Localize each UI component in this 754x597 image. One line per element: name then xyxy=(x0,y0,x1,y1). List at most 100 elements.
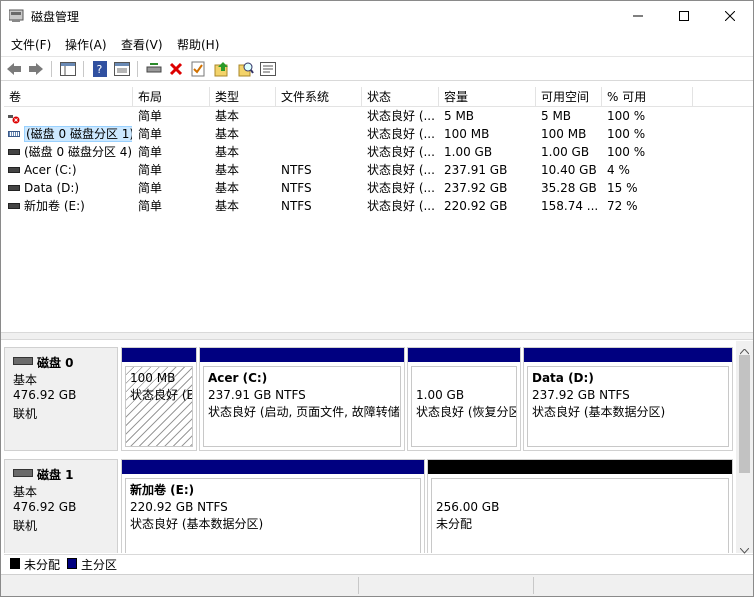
cell-type: 基本 xyxy=(215,109,240,123)
disk-size: 476.92 GB xyxy=(13,388,77,402)
graphical-view-scrollbar[interactable] xyxy=(736,341,753,554)
disk-type: 基本 xyxy=(13,373,38,387)
connect-disk-icon[interactable] xyxy=(145,60,163,78)
volume-row[interactable]: Data (D:) 简单 基本 NTFS 状态良好 (... 237.92 GB 35.28… xyxy=(4,179,753,197)
disk-state: 联机 xyxy=(13,407,38,421)
partition-recovery[interactable]: 1.00 GB 状态良好 (恢复分区) xyxy=(407,347,521,451)
svg-text:?: ? xyxy=(97,63,103,76)
volume-name: 新加卷 (E:) xyxy=(24,199,85,213)
cell-capacity: 5 MB xyxy=(444,109,475,123)
disk-0-label[interactable]: 磁盘 0 基本 476.92 GB 联机 xyxy=(4,347,118,451)
partition-status: 状态良好 (启动, 页面文件, 故障转储, 基本数据分区) xyxy=(208,405,401,419)
disk-icon xyxy=(13,469,33,477)
back-icon[interactable] xyxy=(5,60,23,78)
volume-row[interactable]: (磁盘 0 磁盘分区 4) 简单 基本 状态良好 (... 1.00 GB 1.00 GB… xyxy=(4,143,753,161)
partition-status: 状态良好 (基本数据分区) xyxy=(532,405,666,419)
cell-capacity: 237.91 GB xyxy=(444,163,508,177)
partition-e[interactable]: 新加卷 (E:) 220.92 GB NTFS 状态良好 (基本数据分区) xyxy=(121,459,425,553)
partition-d[interactable]: Data (D:) 237.92 GB NTFS 状态良好 (基本数据分区) xyxy=(523,347,733,451)
column-header-status[interactable]: 状态 xyxy=(362,87,439,107)
partition-efi[interactable]: 100 MB 状态良好 (EFI 系统分区) xyxy=(121,347,197,451)
cell-free: 35.28 GB xyxy=(541,181,597,195)
disk-name: 磁盘 0 xyxy=(37,356,74,370)
legend-label-primary: 主分区 xyxy=(81,558,118,572)
menu-view[interactable]: 查看(V) xyxy=(121,36,163,53)
pane-splitter[interactable] xyxy=(1,332,753,340)
partition-body: 1.00 GB 状态良好 (恢复分区) xyxy=(411,366,517,447)
column-header-volume[interactable]: 卷 xyxy=(4,87,133,107)
cell-fs: NTFS xyxy=(281,163,312,177)
menu-help[interactable]: 帮助(H) xyxy=(177,36,219,53)
column-header-layout[interactable]: 布局 xyxy=(133,87,210,107)
status-segment xyxy=(1,577,359,594)
unallocated-space[interactable]: 256.00 GB 未分配 xyxy=(427,459,733,553)
unallocated-bar xyxy=(428,460,732,474)
partition-body: Data (D:) 237.92 GB NTFS 状态良好 (基本数据分区) xyxy=(527,366,729,447)
cell-layout: 简单 xyxy=(138,109,163,123)
toolbar: ? xyxy=(1,56,753,81)
disk-1-label[interactable]: 磁盘 1 基本 476.92 GB 联机 xyxy=(4,459,118,553)
volume-row[interactable]: Acer (C:) 简单 基本 NTFS 状态良好 (... 237.91 GB 10.40… xyxy=(4,161,753,179)
error-volume-icon xyxy=(8,111,20,123)
column-header-capacity[interactable]: 容量 xyxy=(439,87,536,107)
menu-bar: 文件(F) 操作(A) 查看(V) 帮助(H) xyxy=(1,33,753,54)
partition-body: Acer (C:) 237.91 GB NTFS 状态良好 (启动, 页面文件,… xyxy=(203,366,401,447)
partition-size: 256.00 GB xyxy=(436,500,500,514)
cell-capacity: 1.00 GB xyxy=(444,145,493,159)
cell-layout: 简单 xyxy=(138,163,163,177)
cell-name: Data (D:) xyxy=(8,179,132,197)
partition-status: 状态良好 (EFI 系统分区) xyxy=(130,388,193,402)
cell-layout: 简单 xyxy=(138,145,163,159)
primary-partition-bar xyxy=(122,460,424,474)
cell-free: 1.00 GB xyxy=(541,145,590,159)
cell-fs xyxy=(281,125,361,143)
menu-action[interactable]: 操作(A) xyxy=(65,36,107,53)
maximize-icon xyxy=(679,10,689,24)
column-header-percent-free[interactable]: % 可用 xyxy=(602,87,693,107)
cell-layout: 简单 xyxy=(138,181,163,195)
volume-name: Data (D:) xyxy=(24,181,80,195)
check-icon[interactable] xyxy=(189,60,207,78)
show-hide-console-tree-icon[interactable] xyxy=(59,60,77,78)
cell-capacity: 220.92 GB xyxy=(444,199,508,213)
cell-status: 状态良好 (... xyxy=(367,181,435,195)
window-title: 磁盘管理 xyxy=(31,10,80,24)
partition-title: Data (D:) xyxy=(532,371,594,385)
maximize-button[interactable] xyxy=(661,1,707,32)
volume-icon xyxy=(8,166,20,173)
close-button[interactable] xyxy=(707,1,753,32)
column-header-free-space[interactable]: 可用空间 xyxy=(536,87,602,107)
search-icon[interactable] xyxy=(237,60,255,78)
volume-row[interactable]: (磁盘 0 磁盘分区 1) 简单 基本 状态良好 (... 100 MB 100 MB 10… xyxy=(4,125,753,143)
cell-capacity: 237.92 GB xyxy=(444,181,508,195)
rescan-icon[interactable] xyxy=(259,60,277,78)
partition-title xyxy=(436,482,724,499)
export-icon[interactable] xyxy=(213,60,231,78)
forward-icon[interactable] xyxy=(27,60,45,78)
minimize-button[interactable] xyxy=(615,1,661,32)
volume-row[interactable]: 新加卷 (E:) 简单 基本 NTFS 状态良好 (... 220.92 GB 158.74… xyxy=(4,197,753,215)
menu-file[interactable]: 文件(F) xyxy=(11,36,51,53)
help-icon[interactable]: ? xyxy=(91,60,109,78)
scrollbar-thumb[interactable] xyxy=(739,355,750,473)
cell-type: 基本 xyxy=(215,163,240,177)
cell-pct: 72 % xyxy=(607,199,638,213)
partition-status: 未分配 xyxy=(436,517,473,531)
volume-list[interactable]: 卷 布局 类型 文件系统 状态 容量 可用空间 % 可用 简单 基本 状态良好 (.… xyxy=(4,87,753,331)
properties-icon[interactable] xyxy=(113,60,131,78)
volume-row[interactable]: 简单 基本 状态良好 (... 5 MB 5 MB 100 % xyxy=(4,107,753,125)
delete-icon[interactable] xyxy=(167,60,185,78)
volume-icon xyxy=(8,184,20,191)
volume-name: Acer (C:) xyxy=(24,163,77,177)
cell-status: 状态良好 (... xyxy=(367,127,435,141)
title-bar[interactable]: 磁盘管理 xyxy=(1,1,753,32)
cell-type: 基本 xyxy=(215,181,240,195)
cell-pct: 100 % xyxy=(607,127,646,141)
cell-status: 状态良好 (... xyxy=(367,145,435,159)
column-header-type[interactable]: 类型 xyxy=(210,87,276,107)
cell-status: 状态良好 (... xyxy=(367,163,435,177)
partition-c[interactable]: Acer (C:) 237.91 GB NTFS 状态良好 (启动, 页面文件,… xyxy=(199,347,405,451)
cell-pct: 4 % xyxy=(607,163,630,177)
cell-name xyxy=(8,107,132,125)
column-header-filesystem[interactable]: 文件系统 xyxy=(276,87,362,107)
